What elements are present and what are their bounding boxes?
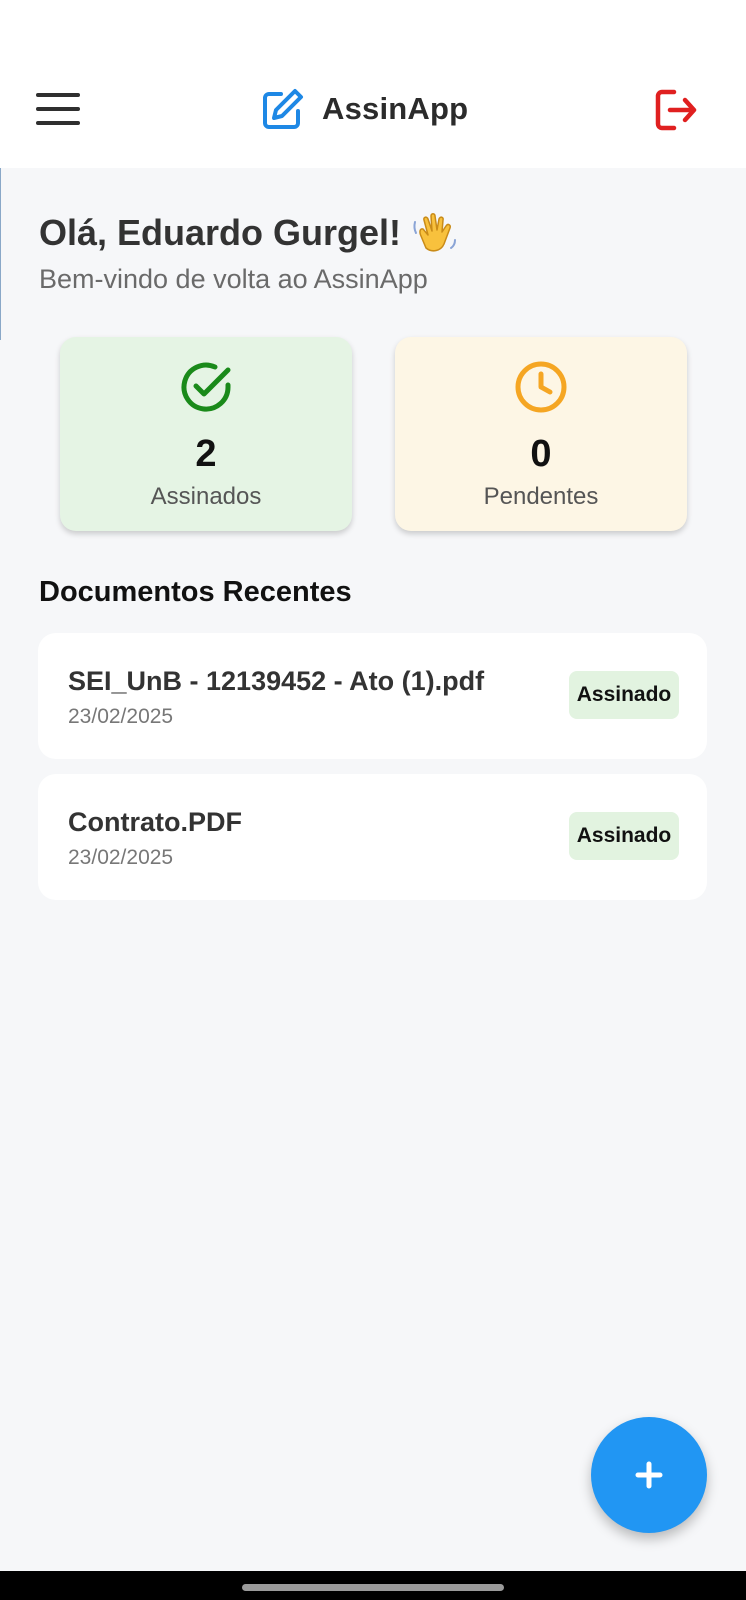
document-name: Contrato.PDF <box>68 807 242 837</box>
status-badge: Assinado <box>569 671 679 719</box>
stat-card-signed[interactable]: 2 Assinados <box>60 337 352 531</box>
hamburger-menu-icon <box>36 107 80 111</box>
app-title: AssinApp <box>322 91 469 126</box>
document-name: SEI_UnB - 12139452 - Ato (1).pdf <box>68 666 485 696</box>
stat-label-signed: Assinados <box>150 483 262 510</box>
stat-value-signed: 2 <box>195 433 217 475</box>
greeting: Olá, Eduardo Gurgel! <box>39 210 457 256</box>
greeting-title: Olá, Eduardo Gurgel! <box>39 212 402 253</box>
stat-value-pending: 0 <box>530 433 552 475</box>
clock-icon <box>515 361 567 413</box>
hamburger-menu-icon <box>36 121 80 125</box>
document-date: 23/02/2025 <box>68 705 174 728</box>
logout-icon <box>655 89 697 131</box>
recent-documents-title: Documentos Recentes <box>39 576 352 608</box>
status-badge: Assinado <box>569 812 679 860</box>
check-circle-icon <box>181 362 231 412</box>
menu-button[interactable] <box>34 90 82 128</box>
hamburger-menu-icon <box>36 93 80 97</box>
brand: AssinApp <box>260 86 468 132</box>
stat-label-pending: Pendentes <box>483 483 599 510</box>
app-header: AssinApp <box>0 50 746 168</box>
greeting-subtitle: Bem-vindo de volta ao AssinApp <box>39 264 428 294</box>
waving-hand-icon <box>413 213 457 252</box>
logout-button[interactable] <box>652 86 700 134</box>
status-bar <box>0 0 746 50</box>
plus-icon <box>635 1461 663 1489</box>
add-document-button[interactable] <box>591 1417 707 1533</box>
stat-card-pending[interactable]: 0 Pendentes <box>395 337 687 531</box>
document-date: 23/02/2025 <box>68 846 174 869</box>
home-gesture-handle[interactable] <box>242 1584 504 1591</box>
document-item[interactable]: SEI_UnB - 12139452 - Ato (1).pdf 23/02/2… <box>38 633 707 759</box>
document-item[interactable]: Contrato.PDF 23/02/2025 Assinado <box>38 774 707 900</box>
edit-square-pen-icon <box>263 89 303 129</box>
